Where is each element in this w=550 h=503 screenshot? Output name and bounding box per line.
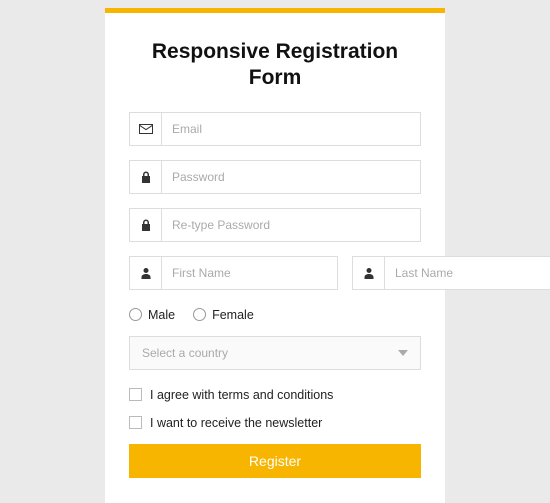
page-title: Responsive Registration Form — [129, 39, 421, 92]
first-name-input[interactable] — [162, 257, 337, 289]
radio-icon — [129, 308, 142, 321]
lock-icon — [130, 161, 162, 193]
newsletter-label: I want to receive the newsletter — [150, 416, 322, 430]
password-input[interactable] — [162, 161, 420, 193]
lock-icon — [130, 209, 162, 241]
password2-field-wrap — [129, 208, 421, 242]
register-button[interactable]: Register — [129, 444, 421, 478]
country-placeholder: Select a country — [142, 346, 228, 360]
last-name-field-wrap — [352, 256, 550, 290]
country-select[interactable]: Select a country — [129, 336, 421, 370]
user-icon — [130, 257, 162, 289]
gender-male-radio[interactable]: Male — [129, 308, 175, 322]
radio-icon — [193, 308, 206, 321]
email-input[interactable] — [162, 113, 420, 145]
user-icon — [353, 257, 385, 289]
email-field-wrap — [129, 112, 421, 146]
terms-checkbox[interactable]: I agree with terms and conditions — [129, 388, 421, 402]
newsletter-checkbox[interactable]: I want to receive the newsletter — [129, 416, 421, 430]
password2-input[interactable] — [162, 209, 420, 241]
registration-card: Responsive Registration Form — [105, 8, 445, 503]
gender-radios: Male Female — [129, 308, 421, 322]
gender-male-label: Male — [148, 308, 175, 322]
chevron-down-icon — [398, 350, 408, 356]
envelope-icon — [130, 113, 162, 145]
gender-female-label: Female — [212, 308, 254, 322]
terms-label: I agree with terms and conditions — [150, 388, 333, 402]
checkbox-icon — [129, 388, 142, 401]
checkbox-icon — [129, 416, 142, 429]
last-name-input[interactable] — [385, 257, 550, 289]
gender-female-radio[interactable]: Female — [193, 308, 254, 322]
first-name-field-wrap — [129, 256, 338, 290]
password-field-wrap — [129, 160, 421, 194]
name-row — [129, 256, 421, 304]
